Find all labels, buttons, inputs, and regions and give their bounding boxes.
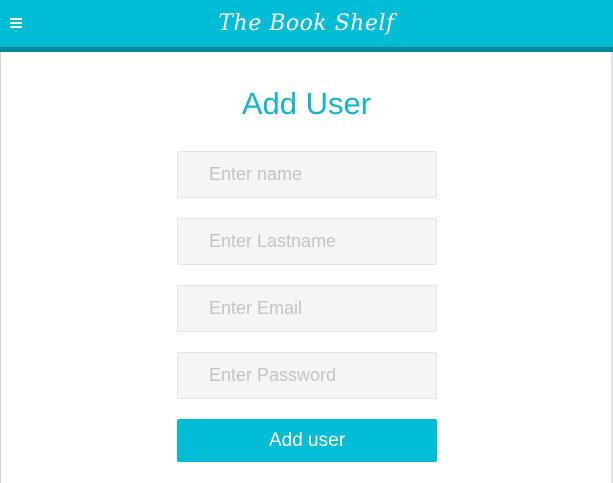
add-user-button[interactable]: Add user [177, 419, 437, 462]
top-navigation-bar: The Book Shelf [0, 0, 613, 52]
lastname-input[interactable] [177, 218, 437, 265]
page-title: Add User [241, 86, 372, 121]
brand-title: The Book Shelf [218, 11, 395, 36]
name-input[interactable] [177, 151, 437, 198]
app-root: The Book Shelf Add User Add user [0, 0, 613, 483]
email-input[interactable] [177, 285, 437, 332]
password-input[interactable] [177, 352, 437, 399]
